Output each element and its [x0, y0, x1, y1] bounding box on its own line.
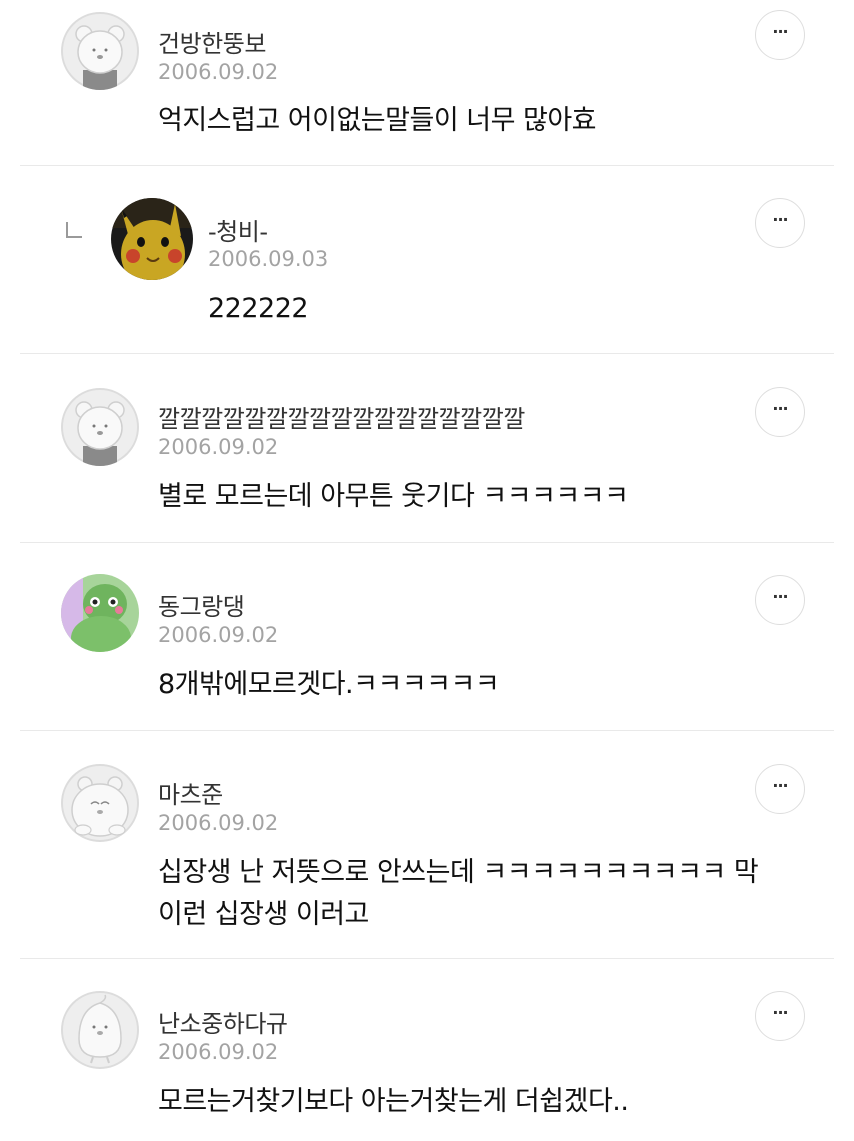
divider: [20, 730, 834, 731]
comment-nickname[interactable]: 건방한뚱보: [158, 24, 266, 59]
comment-text: 억지스럽고 어이없는말들이 너무 많아효: [158, 105, 597, 136]
default-bear-avatar-icon[interactable]: [61, 388, 139, 466]
divider: [20, 353, 834, 354]
comment-text: 222222: [208, 293, 309, 324]
default-hamster-avatar-icon[interactable]: [61, 764, 139, 842]
comment-date: 2006.09.02: [158, 1040, 279, 1064]
comment-date: 2006.09.03: [208, 247, 329, 271]
more-options-icon: ···: [772, 587, 788, 606]
default-penguin-avatar-icon[interactable]: [61, 991, 139, 1069]
comment-nickname[interactable]: 난소중하다규: [158, 1004, 288, 1039]
divider: [20, 165, 834, 166]
comment-nickname[interactable]: -청비-: [208, 212, 268, 247]
more-options-button[interactable]: ···: [755, 198, 805, 248]
divider: [20, 958, 834, 959]
more-options-icon: ···: [772, 399, 788, 418]
more-options-button[interactable]: ···: [755, 10, 805, 60]
more-options-button[interactable]: ···: [755, 764, 805, 814]
comment-text: 별로 모르는데 아무튼 웃기다 ㅋㅋㅋㅋㅋㅋ: [158, 481, 629, 512]
comment-nickname[interactable]: 마츠준: [158, 775, 223, 810]
more-options-icon: ···: [772, 22, 788, 41]
comment-nickname[interactable]: 깔깔깔깔깔깔깔깔깔깔깔깔깔깔깔깔깔: [158, 399, 525, 434]
comment-date: 2006.09.02: [158, 60, 279, 84]
more-options-button[interactable]: ···: [755, 991, 805, 1041]
comment-text: 모르는거찾기보다 아는거찾는게 더쉽겠다..: [158, 1086, 629, 1117]
comment-date: 2006.09.02: [158, 435, 279, 459]
comment-date: 2006.09.02: [158, 623, 279, 647]
more-options-icon: ···: [772, 210, 788, 229]
more-options-icon: ···: [772, 1003, 788, 1022]
divider: [20, 542, 834, 543]
comment-nickname[interactable]: 동그랑댕: [158, 587, 245, 622]
pikachu-avatar-icon[interactable]: [111, 198, 193, 280]
comment-date: 2006.09.02: [158, 811, 279, 835]
default-bear-avatar-icon[interactable]: [61, 12, 139, 90]
comment-text: 8개밖에모르겟다.ㅋㅋㅋㅋㅋㅋ: [158, 669, 500, 700]
more-options-button[interactable]: ···: [755, 387, 805, 437]
comment-text: 십장생 난 저뜻으로 안쓰는데 ㅋㅋㅋㅋㅋㅋㅋㅋㅋㅋ 막 이런 십장생 이러고: [158, 857, 759, 930]
more-options-button[interactable]: ···: [755, 575, 805, 625]
more-options-icon: ···: [772, 776, 788, 795]
green-character-avatar-icon[interactable]: [61, 574, 139, 652]
reply-indicator-icon: [66, 222, 82, 238]
